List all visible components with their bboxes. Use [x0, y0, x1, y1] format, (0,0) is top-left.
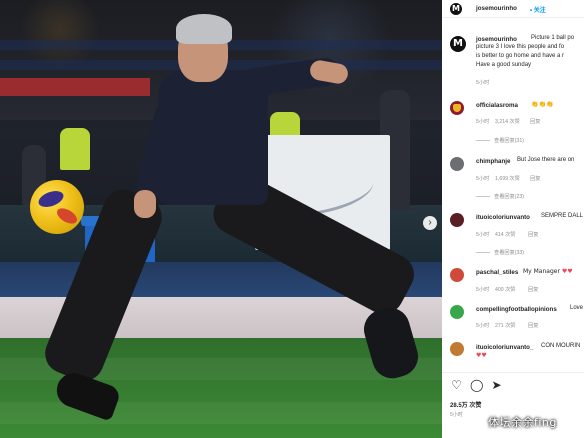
reply-button[interactable]: 回复 — [528, 286, 538, 293]
reply-button[interactable]: 回复 — [528, 322, 538, 329]
comment-text: 👏👏👏 — [531, 101, 554, 108]
comment-username[interactable]: chimphanje — [476, 158, 510, 165]
caption-line-4: Have a good sunday — [476, 62, 532, 68]
comment-likes[interactable]: 414 次赞 — [495, 231, 515, 238]
comment-text-line-2: ♥♥ — [476, 352, 487, 359]
watermark: 体坛余余fing — [488, 416, 557, 429]
comment-username[interactable]: paschal_stiles — [476, 269, 518, 276]
comment-avatar[interactable] — [450, 268, 464, 282]
view-replies-link[interactable]: 查看回复(23) — [476, 193, 524, 200]
comment-text: But Jose there are on — [517, 157, 575, 163]
left-hand — [134, 190, 156, 218]
comment-avatar[interactable] — [450, 213, 464, 227]
follow-label: 关注 — [533, 8, 546, 14]
caption-line-2: picture 3 I love this people and fo — [476, 44, 565, 50]
comment-avatar[interactable] — [450, 305, 464, 319]
follow-button[interactable]: • 关注 — [530, 5, 546, 14]
comment-likes[interactable]: 1,699 次赞 — [495, 175, 520, 182]
author-username[interactable]: josemourinho — [476, 5, 517, 12]
comments-panel: josemourinho • 关注 josemourinho Picture 1… — [442, 0, 584, 438]
comment-username[interactable]: compellingfootballopinions — [476, 306, 557, 313]
comment-avatar[interactable] — [450, 101, 464, 115]
view-replies-link[interactable]: 查看回复(31) — [476, 137, 524, 144]
grey-hair — [176, 14, 232, 44]
view-replies-link[interactable]: 查看回复(33) — [476, 249, 524, 256]
comment-username[interactable]: ituoicoloriunvanto_ — [476, 344, 533, 351]
post-time: 5小时 — [450, 412, 463, 418]
comment-text: SEMPRE DALL — [541, 213, 584, 219]
comment-likes[interactable]: 3,214 次赞 — [495, 118, 520, 125]
comment-time: 5小时 — [476, 287, 490, 293]
view-replies-label: 查看回复(31) — [494, 138, 524, 144]
post-header: josemourinho • 关注 — [442, 0, 584, 18]
heart-icon[interactable]: ♡ — [450, 379, 463, 392]
caption-line-3: is better to go home and have a r — [476, 53, 565, 59]
comment-text: CON MOURIN — [541, 343, 581, 349]
share-icon[interactable]: ➤ — [490, 379, 503, 392]
next-arrow-icon[interactable]: › — [423, 216, 437, 230]
comment-avatar[interactable] — [450, 342, 464, 356]
author-avatar[interactable] — [450, 3, 462, 15]
right-shoe — [359, 303, 423, 383]
caption-time: 5小时 — [476, 80, 490, 86]
comment-text: My Manager ♥♥ — [523, 268, 573, 275]
comment-username[interactable]: officialasroma — [476, 102, 518, 109]
reply-button[interactable]: 回复 — [530, 118, 540, 125]
reply-button[interactable]: 回复 — [530, 175, 540, 182]
football — [30, 180, 84, 234]
left-shoe — [52, 368, 122, 422]
comment-username[interactable]: ituoicoloriunvanto — [476, 214, 530, 221]
view-replies-label: 查看回复(23) — [494, 194, 524, 200]
comment-text: Love — [570, 305, 584, 311]
comment-likes[interactable]: 400 次赞 — [495, 286, 515, 293]
post-photo: › — [0, 0, 442, 438]
screenshot: › josemourinho • 关注 josemourinho Picture… — [0, 0, 584, 438]
comment-likes[interactable]: 271 次赞 — [495, 322, 515, 329]
caption-line-1: Picture 1 ball po — [531, 35, 575, 41]
comment-time: 5小时 — [476, 176, 490, 182]
reply-button[interactable]: 回复 — [528, 231, 538, 238]
total-likes[interactable]: 28.5万 次赞 — [450, 400, 481, 409]
caption-avatar[interactable] — [450, 36, 466, 52]
caption-username[interactable]: josemourinho — [476, 36, 517, 43]
comment-time: 5小时 — [476, 323, 490, 329]
comment-time: 5小时 — [476, 232, 490, 238]
comment-avatar[interactable] — [450, 157, 464, 171]
view-replies-label: 查看回复(33) — [494, 250, 524, 256]
comment-time: 5小时 — [476, 119, 490, 125]
heart-emoji: ♥♥ — [561, 268, 573, 275]
comment-icon[interactable]: ◯ — [470, 379, 483, 392]
